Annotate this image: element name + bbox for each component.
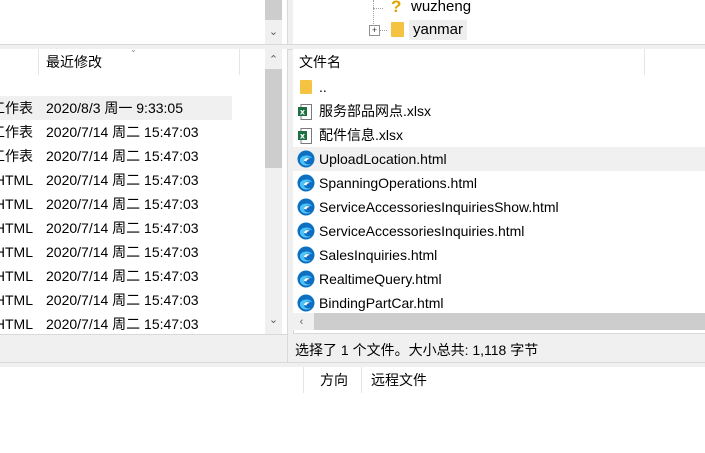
local-status-bar <box>0 334 287 363</box>
table-row[interactable]: HTML 2020/7/14 周二 15:47:03 <box>0 192 232 216</box>
edge-icon <box>297 198 315 216</box>
folder-icon <box>300 80 312 94</box>
file-name: UploadLocation.html <box>319 151 447 167</box>
cell-type: HTML <box>0 292 33 308</box>
question-folder-icon: ? <box>391 0 402 16</box>
scroll-thumb[interactable] <box>314 313 705 330</box>
transfer-queue: 方向 远程文件 <box>0 367 705 453</box>
queue-column-remote-file[interactable]: 远程文件 <box>363 367 571 393</box>
file-name: ServiceAccessoriesInquiriesShow.html <box>319 199 559 215</box>
edge-icon <box>297 294 315 312</box>
remote-tree-pane: ? wuzheng + yanmar <box>293 0 705 44</box>
cell-type: HTML <box>0 172 33 188</box>
file-name: 服务部品网点.xlsx <box>319 103 431 119</box>
tree-line <box>373 8 383 10</box>
list-item[interactable]: x 配件信息.xlsx <box>293 123 705 147</box>
local-tree-pane <box>0 0 287 44</box>
list-item[interactable]: SalesInquiries.html <box>293 243 705 267</box>
svg-text:x: x <box>300 132 306 141</box>
svg-text:x: x <box>300 108 306 117</box>
remote-hscrollbar[interactable]: ‹ <box>293 313 705 330</box>
edge-icon <box>297 270 315 288</box>
folder-icon <box>391 22 404 37</box>
remote-file-list: 文件名 .. x 服务部品网点.xlsx x 配件信息.xlsx UploadLocat… <box>293 49 705 313</box>
cell-modified: 2020/7/14 周二 15:47:03 <box>46 148 199 164</box>
scroll-left-arrow-icon[interactable]: ‹ <box>293 315 310 329</box>
cell-type: 工作表 <box>0 148 33 164</box>
parent-dir-label: .. <box>319 79 327 95</box>
edge-icon <box>297 246 315 264</box>
cell-type: HTML <box>0 196 33 212</box>
file-name: ServiceAccessoriesInquiries.html <box>319 223 525 239</box>
list-item[interactable]: BindingPartCar.html <box>293 291 705 313</box>
file-name: SalesInquiries.html <box>319 247 438 263</box>
cell-modified: 2020/7/14 周二 15:47:03 <box>46 220 199 236</box>
column-header-modified[interactable]: 最近修改 <box>39 49 240 75</box>
cell-modified: 2020/7/14 周二 15:47:03 <box>46 172 199 188</box>
table-row[interactable]: HTML 2020/7/14 周二 15:47:03 <box>0 288 232 312</box>
file-name: SpanningOperations.html <box>319 175 477 191</box>
list-item[interactable]: ServiceAccessoriesInquiriesShow.html <box>293 195 705 219</box>
list-item[interactable]: RealtimeQuery.html <box>293 267 705 291</box>
cell-modified: 2020/7/14 周二 15:47:03 <box>46 268 199 284</box>
xlsx-icon: x <box>298 127 312 144</box>
cell-modified: 2020/8/3 周一 9:33:05 <box>46 100 183 116</box>
list-item[interactable]: SpanningOperations.html <box>293 171 705 195</box>
table-row[interactable]: 工作表 2020/7/14 周二 15:47:03 <box>0 120 232 144</box>
table-row[interactable]: HTML 2020/7/14 周二 15:47:03 <box>0 168 232 192</box>
cell-type: HTML <box>0 244 33 260</box>
cell-type: HTML <box>0 316 33 332</box>
column-header-type[interactable] <box>0 49 39 75</box>
scroll-thumb[interactable] <box>265 69 282 168</box>
file-name: BindingPartCar.html <box>319 295 444 311</box>
list-item[interactable]: x 服务部品网点.xlsx <box>293 99 705 123</box>
edge-icon <box>297 174 315 192</box>
xlsx-icon: x <box>298 103 312 120</box>
edge-icon <box>297 222 315 240</box>
table-row[interactable]: HTML 2020/7/14 周二 15:47:03 <box>0 312 232 334</box>
cell-type: HTML <box>0 268 33 284</box>
scroll-down-arrow-icon[interactable]: ⌄ <box>265 25 282 39</box>
file-name: RealtimeQuery.html <box>319 271 442 287</box>
edge-icon <box>297 150 315 168</box>
table-row[interactable]: 工作表 2020/7/14 周二 15:47:03 <box>0 144 232 168</box>
cell-modified: 2020/7/14 周二 15:47:03 <box>46 292 199 308</box>
queue-column-direction[interactable]: 方向 <box>304 367 362 393</box>
cell-modified: 2020/7/14 周二 15:47:03 <box>46 316 199 332</box>
list-item-parent[interactable]: .. <box>293 75 705 99</box>
local-tree-scrollbar[interactable]: ⌄ <box>265 0 282 44</box>
queue-column-blank[interactable] <box>0 367 304 393</box>
list-item[interactable]: UploadLocation.html <box>293 147 705 171</box>
cell-type: 工作表 <box>0 124 33 140</box>
scroll-down-arrow-icon[interactable]: ⌄ <box>265 313 282 327</box>
table-row[interactable]: 工作表 2020/8/3 周一 9:33:05 <box>0 96 232 120</box>
list-item[interactable]: ServiceAccessoriesInquiries.html <box>293 219 705 243</box>
tree-line <box>379 30 387 32</box>
remote-status-text: 选择了 1 个文件。大小总共: 1,118 字节 <box>295 342 539 358</box>
scroll-thumb[interactable] <box>265 0 282 20</box>
local-list-scrollbar[interactable]: ⌃ ⌄ <box>265 49 282 334</box>
cell-type: 工作表 <box>0 100 33 116</box>
cell-modified: 2020/7/14 周二 15:47:03 <box>46 124 199 140</box>
tree-item-yanmar[interactable]: yanmar <box>409 20 468 40</box>
table-row[interactable]: HTML 2020/7/14 周二 15:47:03 <box>0 216 232 240</box>
sort-indicator-icon: ⌄ <box>130 49 137 54</box>
table-row[interactable]: HTML 2020/7/14 周二 15:47:03 <box>0 264 232 288</box>
expand-icon[interactable]: + <box>369 25 380 36</box>
local-file-list: 最近修改 ⌄ 工作表 2020/8/3 周一 9:33:05 工作表 2020/7/1… <box>0 49 287 334</box>
scroll-up-arrow-icon[interactable]: ⌃ <box>265 53 282 67</box>
cell-modified: 2020/7/14 周二 15:47:03 <box>46 244 199 260</box>
remote-status-bar: 选择了 1 个文件。大小总共: 1,118 字节 <box>293 333 705 363</box>
file-name: 配件信息.xlsx <box>319 127 403 143</box>
cell-type: HTML <box>0 220 33 236</box>
column-header-filename[interactable]: 文件名 <box>293 49 645 75</box>
cell-modified: 2020/7/14 周二 15:47:03 <box>46 196 199 212</box>
table-row[interactable]: HTML 2020/7/14 周二 15:47:03 <box>0 240 232 264</box>
tree-item-wuzheng[interactable]: wuzheng <box>411 0 471 16</box>
